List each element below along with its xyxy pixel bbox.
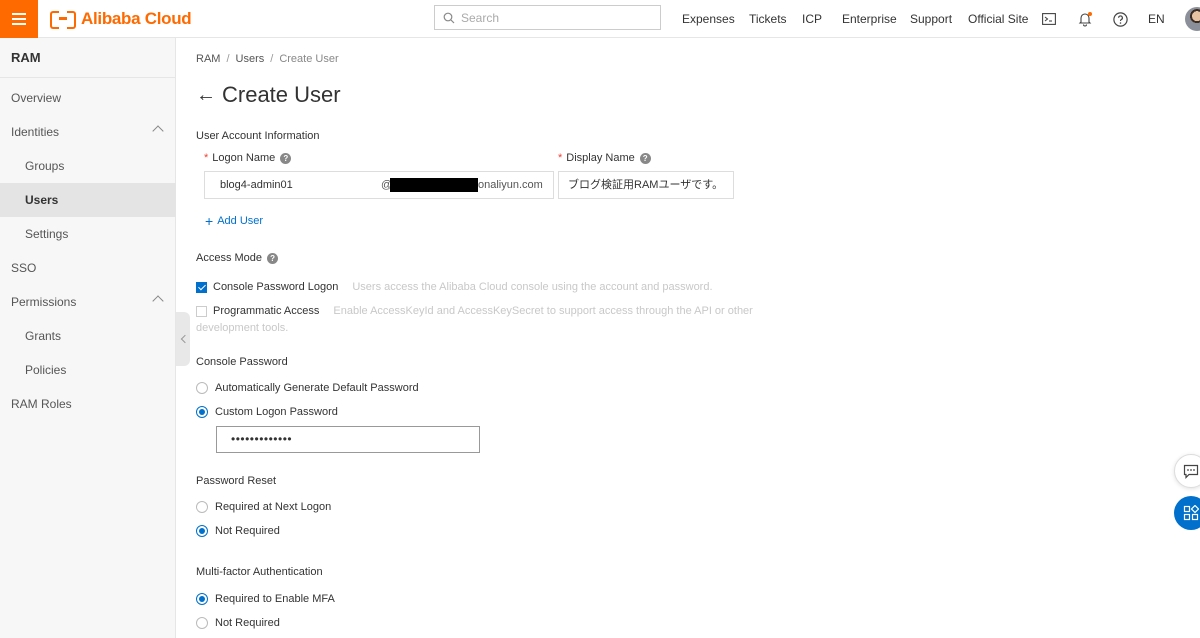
grid-apps-icon xyxy=(1183,505,1199,521)
programmatic-access-hint-continued: development tools. xyxy=(196,322,289,334)
access-mode-label: Access Mode? xyxy=(196,252,279,264)
breadcrumb-ram[interactable]: RAM xyxy=(196,53,220,65)
radio-required-next-logon[interactable]: Required at Next Logon xyxy=(196,501,331,513)
search-box[interactable] xyxy=(434,5,661,30)
breadcrumb: RAM / Users / Create User xyxy=(196,53,339,65)
sidebar-item-settings[interactable]: Settings xyxy=(0,217,176,251)
sidebar-title: RAM xyxy=(0,38,175,78)
brand-name: Alibaba Cloud xyxy=(81,9,192,28)
sidebar-item-overview[interactable]: Overview xyxy=(0,81,176,115)
alibaba-logo-icon xyxy=(50,11,76,29)
checkbox-unchecked-icon[interactable] xyxy=(196,305,207,317)
chat-icon xyxy=(1183,464,1199,479)
radio-mfa-not-required[interactable]: Not Required xyxy=(196,617,280,629)
help-icon[interactable]: ? xyxy=(639,152,651,164)
radio-unselected-icon xyxy=(196,617,208,629)
nav-enterprise[interactable]: Enterprise xyxy=(842,12,897,26)
search-icon xyxy=(443,12,455,23)
console-password-logon-checkbox[interactable]: Console Password Logon Users access the … xyxy=(196,281,713,293)
radio-selected-icon xyxy=(196,525,208,537)
radio-reset-not-required[interactable]: Not Required xyxy=(196,525,280,537)
console-logon-hint: Users access the Alibaba Cloud console u… xyxy=(352,281,713,293)
plus-icon: + xyxy=(205,212,214,229)
radio-mfa-required[interactable]: Required to Enable MFA xyxy=(196,593,335,605)
sidebar-item-permissions[interactable]: Permissions xyxy=(0,285,176,319)
help-icon[interactable] xyxy=(1111,10,1129,28)
hamburger-menu-button[interactable] xyxy=(0,0,38,38)
nav-official-site[interactable]: Official Site xyxy=(968,12,1028,26)
breadcrumb-current: Create User xyxy=(279,53,339,65)
radio-selected-icon xyxy=(196,593,208,605)
radio-auto-generate-password[interactable]: Automatically Generate Default Password xyxy=(196,382,419,394)
radio-unselected-icon xyxy=(196,382,208,394)
logon-name-label: * Logon Name? xyxy=(204,152,292,164)
logon-name-value: blog4-admin01 xyxy=(220,179,293,191)
language-switch[interactable]: EN xyxy=(1148,12,1165,26)
apps-menu-button[interactable] xyxy=(1174,496,1200,530)
sidebar-item-sso[interactable]: SSO xyxy=(0,251,176,285)
user-avatar[interactable] xyxy=(1185,7,1200,31)
nav-expenses[interactable]: Expenses xyxy=(682,12,735,26)
sidebar-item-users[interactable]: Users xyxy=(0,183,176,217)
back-arrow-icon[interactable]: ← xyxy=(196,84,216,107)
alibaba-cloud-logo[interactable]: Alibaba Cloud xyxy=(50,8,192,30)
chevron-up-icon xyxy=(152,125,164,137)
bell-icon[interactable] xyxy=(1076,10,1094,28)
logon-domain-suffix: onaliyun.com xyxy=(478,179,543,191)
custom-password-input[interactable]: ••••••••••••• xyxy=(216,426,480,453)
console-password-label: Console Password xyxy=(196,356,288,368)
page-title: ← Create User xyxy=(196,82,341,107)
password-reset-label: Password Reset xyxy=(196,475,277,487)
add-user-link[interactable]: + Add User xyxy=(205,212,263,229)
breadcrumb-users[interactable]: Users xyxy=(236,53,265,65)
sidebar: RAM Overview Identities Groups Users Set… xyxy=(0,38,176,638)
help-icon[interactable]: ? xyxy=(280,152,292,164)
logon-name-field[interactable]: blog4-admin01 @ onaliyun.com xyxy=(204,171,554,199)
nav-icp[interactable]: ICP xyxy=(802,12,822,26)
programmatic-access-hint: Enable AccessKeyId and AccessKeySecret t… xyxy=(333,305,753,317)
checkbox-checked-icon[interactable] xyxy=(196,281,207,293)
sidebar-item-identities[interactable]: Identities xyxy=(0,115,176,149)
nav-tickets[interactable]: Tickets xyxy=(749,12,787,26)
sidebar-item-policies[interactable]: Policies xyxy=(0,353,176,387)
menu-icon xyxy=(12,13,26,25)
top-bar: Alibaba Cloud Expenses Tickets ICP Enter… xyxy=(0,0,1200,38)
cloud-shell-icon[interactable] xyxy=(1040,10,1058,28)
radio-custom-logon-password[interactable]: Custom Logon Password xyxy=(196,406,338,418)
display-name-field[interactable]: ブログ検証用RAMユーザです。 xyxy=(558,171,734,199)
sidebar-item-grants[interactable]: Grants xyxy=(0,319,176,353)
chevron-up-icon xyxy=(152,295,164,307)
sidebar-item-ram-roles[interactable]: RAM Roles xyxy=(0,387,176,421)
search-input[interactable] xyxy=(461,10,641,25)
sidebar-item-groups[interactable]: Groups xyxy=(0,149,176,183)
user-account-section-label: User Account Information xyxy=(196,130,320,142)
radio-unselected-icon xyxy=(196,501,208,513)
display-name-label: * Display Name? xyxy=(558,152,651,164)
nav-support[interactable]: Support xyxy=(910,12,952,26)
redacted-domain xyxy=(390,178,478,192)
mfa-label: Multi-factor Authentication xyxy=(196,566,323,578)
programmatic-access-checkbox[interactable]: Programmatic Access Enable AccessKeyId a… xyxy=(196,305,753,317)
chat-support-button[interactable] xyxy=(1174,454,1200,488)
help-icon[interactable]: ? xyxy=(267,252,279,264)
main-content: RAM / Users / Create User ← Create User User… xyxy=(176,38,1200,638)
radio-selected-icon xyxy=(196,406,208,418)
